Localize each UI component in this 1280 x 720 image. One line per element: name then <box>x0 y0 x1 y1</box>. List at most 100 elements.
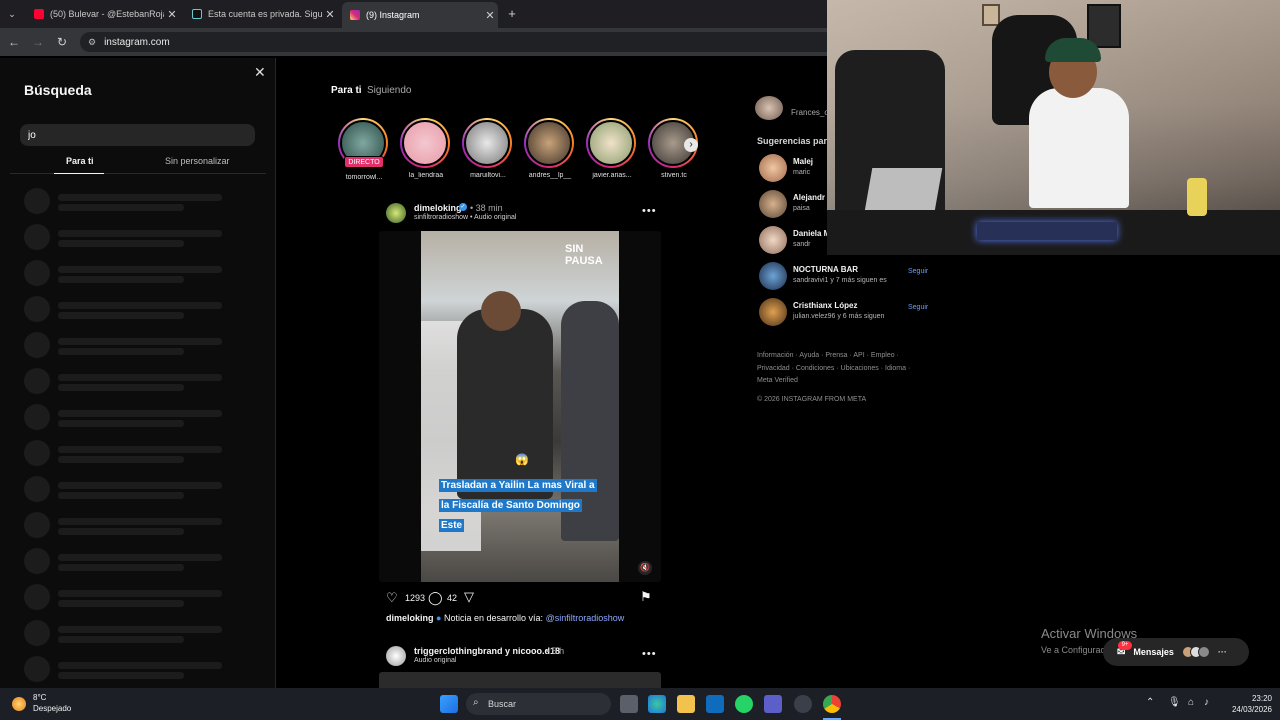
weather-widget[interactable]: 8°C Despejado <box>12 693 92 715</box>
reload-icon[interactable]: ↻ <box>54 34 70 50</box>
skeleton-avatar <box>24 224 50 250</box>
volume-icon[interactable]: ♪ <box>1204 697 1209 708</box>
clock-time: 23:20 <box>1251 694 1272 703</box>
outlook-icon[interactable] <box>706 695 724 713</box>
tab-para-ti-feed[interactable]: Para ti <box>331 85 362 96</box>
tab-youtube[interactable]: (50) Bulevar - @EstebanRojas08 ✕ <box>26 4 180 24</box>
tab-tiktok[interactable]: Esta cuenta es privada. Sigue e ✕ <box>184 4 338 24</box>
suggestion-name[interactable]: Malej <box>793 157 813 166</box>
close-tab-icon[interactable]: ✕ <box>164 8 180 21</box>
more-options-icon[interactable]: ••• <box>642 648 657 660</box>
whatsapp-icon[interactable] <box>735 695 753 713</box>
suggestion-name[interactable]: Cristhianx López <box>793 301 857 310</box>
story-ring <box>400 118 450 168</box>
task-view-icon[interactable] <box>620 695 638 713</box>
skeleton-avatar <box>24 260 50 286</box>
search-input[interactable] <box>20 124 255 146</box>
suggestion-subtitle: maric <box>793 169 811 176</box>
avatar[interactable] <box>759 226 787 254</box>
story-name: maruiltovi... <box>470 172 506 179</box>
tab-title: Esta cuenta es privada. Sigue e <box>208 9 322 19</box>
save-icon[interactable]: ⚑ <box>640 589 652 605</box>
skeleton-line <box>58 410 222 417</box>
tab-list-icon[interactable]: ⌄ <box>4 6 20 22</box>
microphone-icon[interactable]: 🎙 <box>1168 697 1181 708</box>
verified-icon: ✓ <box>459 203 467 211</box>
chrome-icon[interactable] <box>823 695 841 713</box>
more-options-icon[interactable]: ••• <box>642 205 657 217</box>
tab-para-ti[interactable]: Para ti <box>66 156 94 166</box>
skeleton-line <box>58 240 184 247</box>
share-icon[interactable]: ▽ <box>464 589 474 605</box>
messages-label: Mensajes <box>1133 647 1174 657</box>
skeleton-row <box>24 548 234 574</box>
settings-icon[interactable] <box>794 695 812 713</box>
url-field[interactable]: ⚙ instagram.com <box>80 32 840 52</box>
tab-sin-personalizar[interactable]: Sin personalizar <box>165 156 230 166</box>
story-name: tomorrowl... <box>345 174 383 181</box>
avatar[interactable] <box>386 203 406 223</box>
chevron-up-icon[interactable]: ⌃ <box>1146 697 1154 708</box>
footer-links[interactable]: Información · Ayuda · Prensa · API · Emp… <box>757 350 917 388</box>
post-subtitle[interactable]: Audio original <box>414 657 456 664</box>
skeleton-line <box>58 348 184 355</box>
close-tab-icon[interactable]: ✕ <box>322 8 338 21</box>
post-subtitle[interactable]: sinfiltroradioshow • Audio original <box>414 214 516 221</box>
skeleton-line <box>58 672 184 679</box>
story-item[interactable]: javier.arias... <box>586 118 638 179</box>
avatar[interactable] <box>386 646 406 666</box>
story-item[interactable]: la_liendraa <box>400 118 452 179</box>
suggestion-subtitle: sandravivi1 y 7 más siguen es <box>793 277 887 284</box>
taskbar-search[interactable]: ⌕ Buscar <box>466 693 611 715</box>
site-info-icon[interactable]: ⚙ <box>88 37 96 48</box>
post-username[interactable]: triggerclothingbrand y nicooo.d18 <box>414 646 560 656</box>
mute-icon[interactable]: 🔇 <box>638 561 652 575</box>
post-video[interactable]: SIN PAUSA 😱 Trasladan a Yailin La mas Vi… <box>379 231 661 582</box>
file-explorer-icon[interactable] <box>677 695 695 713</box>
story-item[interactable]: maruiltovi... <box>462 118 514 179</box>
suggestion-item[interactable]: NOCTURNA BAR sandravivi1 y 7 más siguen … <box>757 262 937 292</box>
tab-instagram[interactable]: (9) Instagram ✕ <box>342 2 498 28</box>
skeleton-avatar <box>24 656 50 682</box>
youtube-icon <box>34 9 44 19</box>
close-icon[interactable]: ✕ <box>254 64 266 81</box>
skeleton-avatar <box>24 368 50 394</box>
post-media[interactable] <box>379 672 661 688</box>
more-options-icon[interactable]: ··· <box>1218 647 1227 657</box>
avatar[interactable] <box>755 96 783 120</box>
caption-mention-link[interactable]: @sinfiltroradioshow <box>546 613 625 623</box>
suggestion-item[interactable]: Cristhianx López julian.velez96 y 6 más … <box>757 298 937 328</box>
suggestion-name: Frances_o <box>791 108 829 117</box>
avatar <box>1197 646 1210 658</box>
suggestion-name[interactable]: Alejandr <box>793 193 825 202</box>
follow-button[interactable]: Seguir <box>908 268 928 275</box>
story-item[interactable]: andres__lp__ <box>524 118 576 179</box>
windows-start-icon[interactable] <box>440 695 458 713</box>
skeleton-row <box>24 332 234 358</box>
comment-icon[interactable]: ◯ <box>428 590 443 606</box>
tab-siguiendo[interactable]: Siguiendo <box>367 85 411 96</box>
new-tab-button[interactable]: + <box>504 6 520 22</box>
caption-username[interactable]: dimeloking <box>386 613 434 623</box>
post-username[interactable]: dimeloking <box>414 203 462 213</box>
story-item[interactable]: tomorrowl... <box>338 118 390 181</box>
avatar[interactable] <box>759 298 787 326</box>
skeleton-line <box>58 266 222 273</box>
webcam-frame-shape <box>982 4 1000 26</box>
forward-icon[interactable]: → <box>30 34 46 50</box>
clock[interactable]: 23:20 24/03/2026 <box>1226 693 1272 715</box>
back-icon[interactable]: ← <box>6 34 22 50</box>
like-icon[interactable]: ♡ <box>386 590 398 606</box>
teams-icon[interactable] <box>764 695 782 713</box>
suggestion-name[interactable]: NOCTURNA BAR <box>793 265 858 274</box>
edge-icon[interactable] <box>648 695 666 713</box>
follow-button[interactable]: Seguir <box>908 304 928 311</box>
close-tab-icon[interactable]: ✕ <box>482 9 498 22</box>
suggestion-name[interactable]: Daniela M <box>793 229 830 238</box>
avatar[interactable] <box>759 190 787 218</box>
chevron-right-icon[interactable]: › <box>684 138 698 152</box>
avatar[interactable] <box>759 154 787 182</box>
skeleton-row <box>24 656 234 682</box>
network-icon[interactable]: ⌂ <box>1188 697 1194 708</box>
avatar[interactable] <box>759 262 787 290</box>
